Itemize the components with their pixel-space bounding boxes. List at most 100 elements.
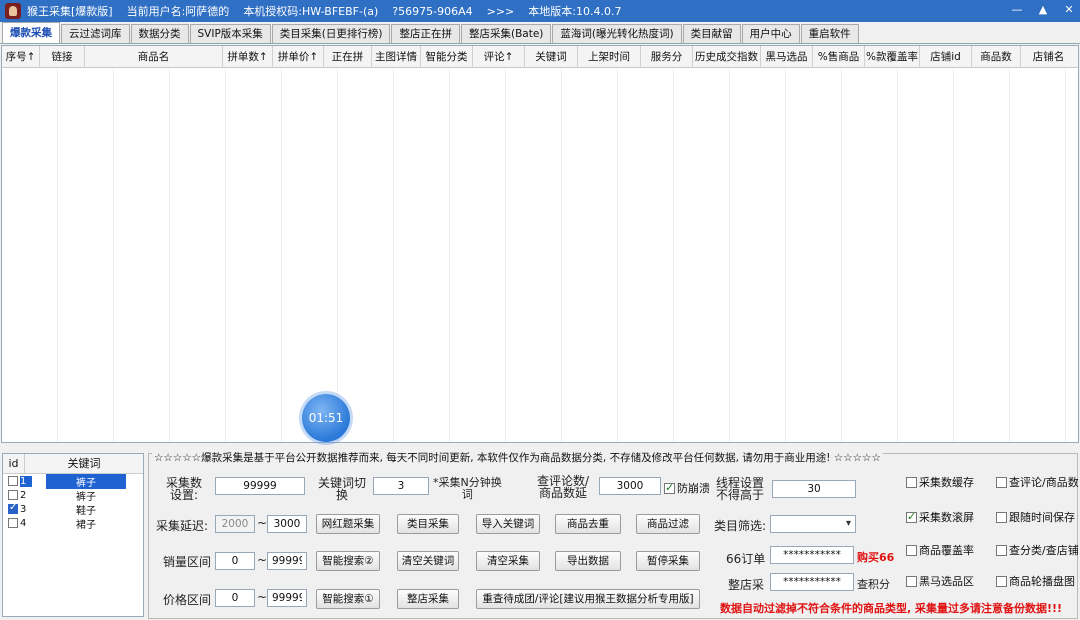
- tab-svip-collect[interactable]: SVIP版本采集: [189, 24, 271, 43]
- grid-body[interactable]: [2, 68, 1078, 442]
- title-arrows: >>>: [486, 4, 515, 18]
- col-reviews[interactable]: 评论↑: [473, 46, 525, 68]
- sales-max-input[interactable]: [267, 552, 307, 570]
- pause-collect-button[interactable]: 暂停采集: [636, 551, 700, 571]
- category-select[interactable]: ▾: [770, 515, 856, 533]
- tab-user-center[interactable]: 用户中心: [741, 24, 800, 43]
- keyword-checkbox[interactable]: [8, 502, 18, 514]
- sales-min-input[interactable]: [215, 552, 255, 570]
- price-min-input[interactable]: [215, 589, 255, 607]
- col-index[interactable]: 序号↑: [2, 46, 40, 68]
- buy66-link[interactable]: 购买66: [857, 549, 894, 565]
- col-darkhorse[interactable]: 黑马选品: [761, 46, 813, 68]
- thread-input[interactable]: [772, 480, 856, 498]
- minimize-icon[interactable]: —: [1010, 2, 1024, 18]
- col-product-name[interactable]: 商品名: [85, 46, 223, 68]
- carousel-checkbox[interactable]: 商品轮播盘图: [996, 573, 1075, 589]
- import-keyword-button[interactable]: 导入关键词: [476, 514, 540, 534]
- tab-restart[interactable]: 重启软件: [800, 24, 859, 43]
- product-filter-button[interactable]: 商品过滤: [636, 514, 700, 534]
- product-grid[interactable]: 序号↑ 链接 商品名 拼单数↑ 拼单价↑ 正在拼 主图详情 智能分类 评论↑ 关…: [1, 45, 1079, 443]
- review-delay-input[interactable]: [599, 477, 661, 495]
- tab-shop-pinning[interactable]: 整店正在拼: [391, 24, 460, 43]
- tab-hot-collect[interactable]: 爆款采集: [2, 22, 60, 43]
- list-item[interactable]: 3 鞋子: [3, 502, 143, 517]
- darkhorse-checkbox[interactable]: 黑马选品区: [906, 573, 974, 589]
- clear-keyword-button[interactable]: 清空关键词: [397, 551, 459, 571]
- col-history-index[interactable]: 历史成交指数: [693, 46, 761, 68]
- dedupe-button[interactable]: 商品去重: [555, 514, 621, 534]
- review-goods-checkbox[interactable]: 查评论/商品数: [996, 474, 1079, 490]
- kw-switch-input[interactable]: [373, 477, 429, 495]
- col-link[interactable]: 链接: [40, 46, 85, 68]
- col-coverage[interactable]: %款覆盖率: [865, 46, 920, 68]
- tab-category-collect[interactable]: 类目采集(日更排行榜): [271, 24, 391, 43]
- col-keyword[interactable]: 关键词: [525, 46, 578, 68]
- delay-min-input[interactable]: [215, 515, 255, 533]
- col-service-score[interactable]: 服务分: [641, 46, 693, 68]
- keyword-list[interactable]: id 关键词 1 裤子 2 裤子 3 鞋子 4 裙子: [2, 453, 144, 617]
- col-goods-count[interactable]: 商品数: [972, 46, 1021, 68]
- price-max-input[interactable]: [267, 589, 307, 607]
- smart-search-1-button[interactable]: 智能搜索①: [316, 589, 380, 609]
- collect-count-input[interactable]: [215, 477, 305, 495]
- shop-collect-input[interactable]: [770, 573, 854, 591]
- tab-shop-collect-beta[interactable]: 整店采集(Bate): [460, 24, 552, 43]
- scroll-checkbox[interactable]: 采集数滚屏: [906, 509, 974, 525]
- shop-collect-button[interactable]: 整店采集: [397, 589, 459, 609]
- export-data-button[interactable]: 导出数据: [555, 551, 621, 571]
- col-group-price[interactable]: 拼单价↑: [273, 46, 324, 68]
- checkbox-box[interactable]: [906, 510, 917, 523]
- maximize-icon[interactable]: ▲: [1036, 2, 1050, 18]
- col-shop-id[interactable]: 店铺id: [920, 46, 972, 68]
- list-item[interactable]: 1 裤子: [3, 473, 143, 489]
- price-range-label: 价格区间: [163, 593, 212, 607]
- order66-input[interactable]: [770, 546, 854, 564]
- recheck-button[interactable]: 重查待成团/评论[建议用猴王数据分析专用版]: [476, 589, 700, 609]
- smart-search-2-button[interactable]: 智能搜索②: [316, 551, 380, 571]
- tab-category-keep[interactable]: 类目献留: [682, 24, 741, 43]
- anti-crash-checkbox[interactable]: 防崩溃: [664, 480, 710, 496]
- checkbox-box[interactable]: [906, 476, 917, 488]
- delay-max-input[interactable]: [267, 515, 307, 533]
- tab-cloud-filter[interactable]: 云过滤词库: [61, 24, 130, 43]
- kw-col-keyword: 关键词: [67, 457, 101, 470]
- checkbox-box[interactable]: [996, 476, 1007, 488]
- clear-collect-button[interactable]: 清空采集: [476, 551, 540, 571]
- collect-count-label: 采集数 设置:: [166, 476, 203, 502]
- keyword-checkbox[interactable]: [8, 490, 18, 500]
- keyword-text: 裤子: [76, 491, 96, 503]
- col-smart-category[interactable]: 智能分类: [421, 46, 473, 68]
- checkbox-box[interactable]: [996, 575, 1007, 587]
- checkbox-box[interactable]: [996, 511, 1007, 523]
- keyword-checkbox[interactable]: [8, 476, 18, 486]
- category-collect-button[interactable]: 类目采集: [397, 514, 459, 534]
- list-item[interactable]: 2 裤子: [3, 488, 143, 503]
- coverage-checkbox[interactable]: 商品覆盖率: [906, 542, 974, 558]
- wanghong-collect-button[interactable]: 网红题采集: [316, 514, 380, 534]
- close-icon[interactable]: ✕: [1062, 2, 1076, 18]
- checkbox-box[interactable]: [906, 575, 917, 587]
- list-item[interactable]: 4 裙子: [3, 516, 143, 531]
- check-points-link[interactable]: 查积分: [857, 576, 890, 592]
- col-pinning[interactable]: 正在拼: [324, 46, 372, 68]
- cache-label: 采集数缓存: [919, 476, 974, 489]
- tab-data-category[interactable]: 数据分类: [130, 24, 189, 43]
- checkbox-box[interactable]: [906, 544, 917, 556]
- timed-save-checkbox[interactable]: 跟随时间保存: [996, 509, 1075, 525]
- checkbox-box[interactable]: [996, 544, 1007, 556]
- col-list-time[interactable]: 上架时间: [578, 46, 641, 68]
- scroll-label: 采集数滚屏: [919, 511, 974, 524]
- coverage-label: 商品覆盖率: [919, 544, 974, 557]
- col-sale-goods[interactable]: %售商品: [813, 46, 865, 68]
- cat-shop-checkbox[interactable]: 查分类/查店铺: [996, 542, 1079, 558]
- col-main-image[interactable]: 主图详情: [372, 46, 421, 68]
- grid-header: 序号↑ 链接 商品名 拼单数↑ 拼单价↑ 正在拼 主图详情 智能分类 评论↑ 关…: [2, 46, 1078, 68]
- tab-blue-ocean[interactable]: 蓝海词(曝光转化热度词): [552, 24, 682, 43]
- current-user: 当前用户名:阿萨德的: [126, 5, 230, 18]
- keyword-checkbox[interactable]: [8, 518, 18, 528]
- checkbox-box[interactable]: [664, 481, 675, 494]
- col-shop-name[interactable]: 店铺名: [1021, 46, 1076, 68]
- cache-checkbox[interactable]: 采集数缓存: [906, 474, 974, 490]
- col-group-count[interactable]: 拼单数↑: [223, 46, 273, 68]
